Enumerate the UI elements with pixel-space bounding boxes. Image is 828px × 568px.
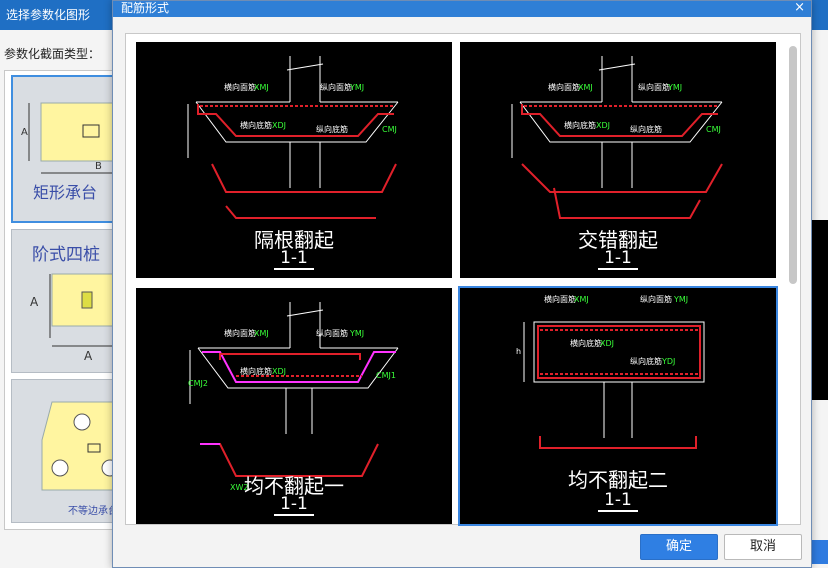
svg-text:YDJ: YDJ <box>661 357 675 366</box>
svg-text:XDJ: XDJ <box>272 367 286 376</box>
svg-text:纵向底筋: 纵向底筋 <box>630 356 662 366</box>
svg-text:纵向面筋: 纵向面筋 <box>638 82 670 92</box>
svg-text:横向面筋: 横向面筋 <box>224 82 256 92</box>
close-icon[interactable]: × <box>794 1 805 15</box>
svg-text:B: B <box>95 161 102 172</box>
section-type-item-uneq[interactable]: 不等边承台 <box>11 379 121 523</box>
svg-text:h: h <box>516 347 521 356</box>
section-type-item-step4[interactable]: A A 阶式四桩 <box>11 229 121 373</box>
svg-text:A: A <box>30 295 39 309</box>
svg-text:CMJ: CMJ <box>706 125 721 134</box>
section-label: 1-1 <box>136 248 452 270</box>
svg-text:纵向面筋: 纵向面筋 <box>640 294 672 304</box>
scroll-thumb[interactable] <box>789 46 797 284</box>
bg-item-label: 不等边承台 <box>68 506 118 517</box>
option-tile-no-bend-1[interactable]: 横向面筋 XMJ 纵向面筋 YMJ 横向底筋 XDJ CMJ1 CMJ2 XW2… <box>136 288 452 524</box>
svg-text:A: A <box>21 127 28 138</box>
svg-text:横向底筋: 横向底筋 <box>240 366 272 376</box>
svg-text:XDJ: XDJ <box>596 121 610 130</box>
section-type-list: A B 矩形承台 A A 阶式四桩 不等边承台 <box>4 70 121 530</box>
option-tile-no-bend-2[interactable]: 横向面筋 XMJ 纵向面筋 YMJ 横向底筋 XDJ 纵向底筋 YDJ h 均不… <box>458 286 778 526</box>
section-label: 1-1 <box>136 494 452 516</box>
svg-text:横向底筋: 横向底筋 <box>570 338 602 348</box>
svg-text:横向面筋: 横向面筋 <box>548 82 580 92</box>
svg-text:YMJ: YMJ <box>667 83 682 92</box>
ok-button[interactable]: 确定 <box>640 534 718 560</box>
svg-text:纵向底筋: 纵向底筋 <box>316 124 348 134</box>
svg-text:纵向面筋: 纵向面筋 <box>316 328 348 338</box>
svg-text:纵向面筋: 纵向面筋 <box>320 82 352 92</box>
svg-text:XDJ: XDJ <box>600 339 614 348</box>
cancel-button[interactable]: 取消 <box>724 534 802 560</box>
bg-item-label: 矩形承台 <box>33 183 98 202</box>
svg-text:CMJ1: CMJ1 <box>376 371 396 380</box>
svg-text:YMJ: YMJ <box>349 83 364 92</box>
section-label: 1-1 <box>460 248 776 270</box>
svg-text:CMJ: CMJ <box>382 125 397 134</box>
option-tile-staggered-bend[interactable]: 横向面筋 XMJ 纵向面筋 YMJ 横向底筋 XDJ 纵向底筋 CMJ 交错翻起… <box>460 42 776 278</box>
svg-text:XDJ: XDJ <box>272 121 286 130</box>
dialog-title: 配筋形式 <box>113 1 811 17</box>
svg-text:YMJ: YMJ <box>349 329 364 338</box>
svg-text:XMJ: XMJ <box>254 329 269 338</box>
svg-text:横向底筋: 横向底筋 <box>240 120 272 130</box>
svg-text:XMJ: XMJ <box>578 83 593 92</box>
section-label: 1-1 <box>460 490 776 512</box>
svg-text:纵向底筋: 纵向底筋 <box>630 124 662 134</box>
svg-text:横向面筋: 横向面筋 <box>224 328 256 338</box>
svg-text:XMJ: XMJ <box>254 83 269 92</box>
svg-text:横向面筋: 横向面筋 <box>544 294 576 304</box>
bg-item-label: 阶式四桩 <box>32 245 100 265</box>
rebar-style-dialog: 配筋形式 × 横向面筋 XMJ 纵向面筋 YMJ 横向底筋 XDJ 纵向底筋 C… <box>112 0 812 568</box>
bg-preview-strip <box>810 220 828 400</box>
option-name: 均不翻起二 <box>568 468 668 492</box>
section-type-label: 参数化截面类型： <box>4 47 101 61</box>
options-panel: 横向面筋 XMJ 纵向面筋 YMJ 横向底筋 XDJ 纵向底筋 CMJ 隔根翻起… <box>125 33 801 526</box>
svg-text:XMJ: XMJ <box>574 295 589 304</box>
option-tile-alternate-bend[interactable]: 横向面筋 XMJ 纵向面筋 YMJ 横向底筋 XDJ 纵向底筋 CMJ 隔根翻起… <box>136 42 452 278</box>
svg-text:CMJ2: CMJ2 <box>188 379 208 388</box>
svg-text:横向底筋: 横向底筋 <box>564 120 596 130</box>
vertical-scrollbar[interactable] <box>788 38 798 520</box>
svg-text:A: A <box>84 349 93 363</box>
section-type-item-rect[interactable]: A B 矩形承台 <box>11 75 121 223</box>
svg-text:YMJ: YMJ <box>673 295 688 304</box>
